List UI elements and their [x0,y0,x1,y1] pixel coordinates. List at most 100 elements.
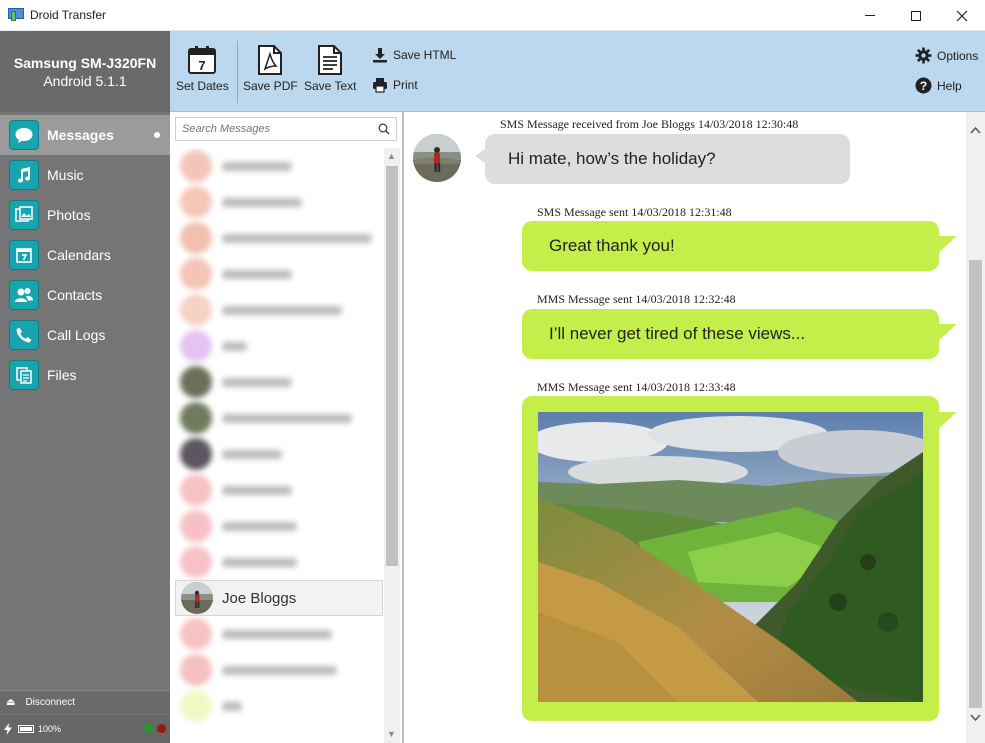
avatar [180,402,212,434]
message-text: I’ll never get tired of these views... [549,324,806,343]
list-item[interactable] [175,400,383,436]
title-bar: Droid Transfer [0,0,985,31]
disconnect-label: Disconnect [25,697,75,708]
sidebar-item-music[interactable]: Music [0,155,170,195]
download-icon [373,48,387,63]
minimize-button[interactable] [847,0,893,31]
message-header: MMS Message sent 14/03/2018 12:32:48 [537,292,736,306]
scroll-down-icon[interactable] [970,714,981,722]
battery-level: 100% [38,724,62,734]
sent-image-bubble [522,396,939,721]
gear-icon [915,47,932,64]
speech-bubble-icon [9,120,39,150]
sidebar-item-calendars[interactable]: Calendars [0,235,170,275]
print-label: Print [393,78,418,92]
save-pdf-label: Save PDF [243,79,298,93]
avatar [180,474,212,506]
scroll-down-icon[interactable]: ▼ [387,729,396,739]
list-item[interactable] [175,544,383,580]
maximize-button[interactable] [893,0,939,31]
avatar [180,546,212,578]
calendar-icon [9,240,39,270]
sidebar-item-files[interactable]: Files [0,355,170,395]
received-message-bubble: Hi mate, how’s the holiday? [485,134,850,184]
message-scrollbar[interactable] [966,112,985,743]
blurred-name [222,665,337,675]
help-label: Help [937,78,962,93]
list-item[interactable] [175,256,383,292]
calendar-day: 7 [199,58,206,73]
list-item[interactable] [175,328,383,364]
avatar [180,330,212,362]
list-item[interactable] [175,292,383,328]
music-note-icon [9,160,39,190]
blurred-name [222,485,292,495]
message-header: MMS Message sent 14/03/2018 12:33:48 [537,380,736,394]
search-box [175,117,397,141]
contacts-icon [9,280,39,310]
save-html-label: Save HTML [393,48,457,62]
disconnect-button[interactable]: ⏏ Disconnect [0,690,170,714]
close-icon [956,10,968,21]
nav-list: Messages Music Photos Calendars Contacts… [0,112,170,395]
toolbar-separator [237,41,238,103]
blurred-name [222,557,297,567]
avatar [180,618,212,650]
bubble-tail [939,324,957,340]
files-icon [9,360,39,390]
message-thread: SMS Message received from Joe Bloggs 14/… [404,112,985,743]
list-item[interactable] [175,616,383,652]
list-item[interactable] [175,220,383,256]
sidebar-item-photos[interactable]: Photos [0,195,170,235]
message-header: SMS Message sent 14/03/2018 12:31:48 [537,205,732,219]
list-item[interactable] [175,472,383,508]
sidebar-item-label: Contacts [47,287,103,303]
sidebar-item-contacts[interactable]: Contacts [0,275,170,315]
options-button[interactable]: Options [915,47,978,64]
device-name: Samsung SM-J320FN [13,54,157,71]
list-item[interactable] [175,652,383,688]
scroll-up-icon[interactable]: ▲ [387,151,396,161]
scrollbar-thumb[interactable] [969,260,982,708]
list-item[interactable] [175,508,383,544]
avatar [180,222,212,254]
sidebar-item-messages[interactable]: Messages [0,115,170,155]
scrollbar-thumb[interactable] [386,166,398,566]
avatar [180,150,212,182]
set-dates-button[interactable]: 7 Set Dates [176,45,229,93]
save-text-button[interactable]: Save Text [304,45,356,93]
list-item[interactable] [175,184,383,220]
list-item[interactable] [175,148,383,184]
list-item[interactable] [175,688,383,724]
avatar [180,186,212,218]
save-html-button[interactable]: Save HTML [372,47,456,63]
blurred-name [222,161,292,171]
save-pdf-button[interactable]: Save PDF [243,45,298,93]
contact-list-scrollbar[interactable]: ▲ ▼ [384,148,400,743]
sidebar-item-call-logs[interactable]: Call Logs [0,315,170,355]
list-item-selected[interactable]: Joe Bloggs [175,580,383,616]
search-icon [378,123,390,135]
blurred-name [222,449,282,459]
sidebar: Samsung SM-J320FN Android 5.1.1 Messages… [0,31,170,743]
mms-photo[interactable] [538,412,923,702]
app-icon [8,8,24,22]
blurred-name [222,701,242,711]
sender-avatar [413,134,461,182]
print-button[interactable]: Print [372,77,418,93]
avatar [180,258,212,290]
close-button[interactable] [939,0,985,31]
phone-icon [9,320,39,350]
activity-status-icon [157,724,166,733]
sent-message-bubble: I’ll never get tired of these views... [522,309,939,359]
help-button[interactable]: ? Help [915,77,962,94]
scroll-up-icon[interactable] [970,126,981,134]
list-item[interactable] [175,436,383,472]
svg-text:?: ? [920,79,927,93]
list-item[interactable] [175,364,383,400]
avatar [180,690,212,722]
battery-icon [18,725,34,733]
blurred-name [222,233,372,243]
pdf-file-icon [258,45,283,75]
search-input[interactable] [176,118,366,140]
